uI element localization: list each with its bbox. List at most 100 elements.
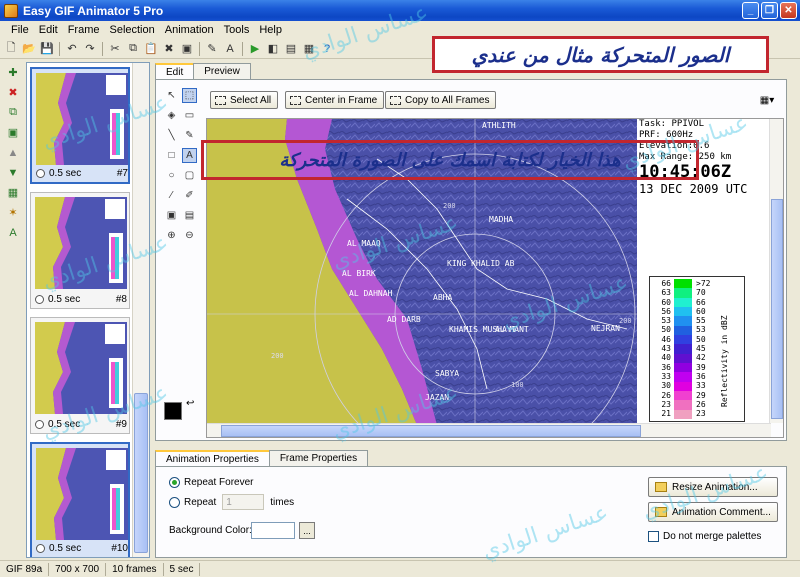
move-down-icon[interactable]: ▼ (4, 164, 22, 181)
canvas-options-icon[interactable]: ▦▾ (756, 92, 778, 108)
place-label: AL MANT (495, 325, 529, 334)
repeat-forever-radio[interactable] (169, 477, 180, 488)
canvas-vscroll-thumb[interactable] (771, 199, 783, 419)
frame-item[interactable]: 0.5 sec #8 (30, 192, 130, 309)
preview-icon[interactable]: ◧ (265, 41, 281, 57)
scale-left-value: 53 (661, 316, 671, 326)
play-icon[interactable]: ▶ (247, 41, 263, 57)
place-label: MADHA (489, 215, 514, 224)
new-icon[interactable]: 🗋 (3, 41, 19, 57)
menu-frame[interactable]: Frame (63, 24, 105, 36)
text-tool-icon[interactable]: A (182, 148, 197, 163)
close-button[interactable]: ✕ (780, 2, 797, 19)
toolbar-separator (199, 41, 200, 56)
merge-palettes-checkbox[interactable] (648, 531, 659, 542)
canvas-vertical-scrollbar[interactable] (769, 119, 783, 423)
cut-icon[interactable]: ✂ (107, 41, 123, 57)
resize-animation-button[interactable]: Resize Animation... (648, 477, 778, 497)
move-up-icon[interactable]: ▲ (4, 144, 22, 161)
insert-frame-icon[interactable]: ▣ (4, 124, 22, 141)
scale-left-value: 66 (661, 279, 671, 288)
image-insert-icon[interactable]: ▣ (164, 208, 179, 223)
ellipse-icon[interactable]: ○ (164, 168, 179, 183)
delete-frame-icon[interactable]: ✖ (4, 84, 22, 101)
scale-color-step (674, 316, 692, 326)
duplicate-frame-icon[interactable]: ⧉ (4, 104, 22, 121)
paste-icon[interactable]: 📋 (143, 41, 159, 57)
image-icon[interactable]: ▦ (4, 184, 22, 201)
image-icon[interactable]: ▣ (179, 41, 195, 57)
zoom-out-icon[interactable]: ⊖ (182, 228, 197, 243)
scale-right-value: 29 (696, 390, 706, 400)
menu-selection[interactable]: Selection (104, 24, 159, 36)
reflectivity-scale: 66 63 60 56 53 50 46 43 40 36 33 30 26 23 21 >72 70 66 60… (649, 276, 745, 422)
frame-item[interactable]: 0.5 sec #10 (30, 442, 130, 557)
pencil-icon[interactable]: ✎ (182, 128, 197, 143)
frame-delay: 0.5 sec (48, 419, 81, 430)
rectangle-icon[interactable]: □ (164, 148, 179, 163)
line-icon[interactable]: ╲ (164, 128, 179, 143)
undo-icon[interactable]: ↶ (64, 41, 80, 57)
menu-edit[interactable]: Edit (34, 24, 63, 36)
edit-panel: ↖ ⬚ ◈ ▭ ╲ ✎ □ A ○ ▢ ⁄ ✐ ▣ ▤ ⊕ ⊖ ↩ Select… (155, 79, 787, 441)
tab-edit[interactable]: Edit (155, 63, 195, 79)
zoom-in-icon[interactable]: ⊕ (164, 228, 179, 243)
minimize-button[interactable]: _ (742, 2, 759, 19)
menu-tools[interactable]: Tools (219, 24, 255, 36)
background-color-picker-button[interactable]: ... (299, 522, 315, 539)
open-icon[interactable]: 📂 (21, 41, 37, 57)
frames-panel: 0.5 sec #7 0.5 sec #8 0.5 sec #9 0.5 sec… (26, 62, 150, 558)
center-in-frame-button[interactable]: Center in Frame (285, 91, 385, 109)
copy-icon[interactable]: ⧉ (125, 41, 141, 57)
canvas-horizontal-scrollbar[interactable] (207, 423, 771, 437)
frame-number: #10 (111, 543, 128, 554)
scale-left-value: 36 (661, 362, 671, 372)
canvas-hscroll-thumb[interactable] (221, 425, 641, 437)
tab-animation-properties[interactable]: Animation Properties (155, 450, 270, 466)
swap-colors-icon[interactable]: ↩ (186, 398, 194, 409)
fill-icon[interactable]: ◈ (164, 108, 179, 123)
rounded-rect-icon[interactable]: ▢ (182, 168, 197, 183)
effect-icon[interactable]: ✶ (4, 204, 22, 221)
wand-icon[interactable]: ✎ (204, 41, 220, 57)
add-frame-icon[interactable]: ✚ (4, 64, 22, 81)
foreground-color[interactable] (164, 402, 182, 420)
menu-help[interactable]: Help (254, 24, 287, 36)
eraser-icon[interactable]: ▭ (182, 108, 197, 123)
redo-icon[interactable]: ↷ (82, 41, 98, 57)
scale-right-value: 33 (696, 381, 706, 391)
animation-comment-button[interactable]: Animation Comment... (648, 502, 778, 522)
stamp-icon[interactable]: ▤ (182, 208, 197, 223)
frame-item[interactable]: 0.5 sec #7 (30, 67, 130, 184)
help-icon[interactable]: ? (319, 41, 335, 57)
repeat-option[interactable]: Repeat 1 times (169, 494, 294, 510)
tab-frame-properties[interactable]: Frame Properties (268, 450, 369, 466)
frame-item[interactable]: 0.5 sec #9 (30, 317, 130, 434)
export-icon[interactable]: ▦ (301, 41, 317, 57)
browser-preview-icon[interactable]: ▤ (283, 41, 299, 57)
menu-animation[interactable]: Animation (160, 24, 219, 36)
tab-preview[interactable]: Preview (193, 63, 251, 79)
maximize-button[interactable]: ❐ (761, 2, 778, 19)
repeat-radio[interactable] (169, 496, 180, 508)
select-rect-icon[interactable]: ⬚ (182, 88, 197, 103)
copy-to-all-frames-button[interactable]: Copy to All Frames (385, 91, 497, 109)
eyedropper-icon[interactable]: ⁄ (164, 188, 179, 203)
repeat-count-stepper[interactable]: 1 (222, 494, 265, 510)
toolbar-separator (59, 41, 60, 56)
save-icon[interactable]: 💾 (39, 41, 55, 57)
frames-scroll-thumb[interactable] (134, 393, 148, 553)
delete-icon[interactable]: ✖ (161, 41, 177, 57)
clock-icon (36, 169, 45, 178)
repeat-forever-option[interactable]: Repeat Forever (169, 477, 253, 488)
merge-palettes-option[interactable]: Do not merge palettes (648, 531, 761, 542)
frames-scrollbar[interactable] (132, 63, 149, 557)
text-icon[interactable]: A (4, 224, 22, 241)
text-icon[interactable]: A (222, 41, 238, 57)
pointer-icon[interactable]: ↖ (164, 88, 179, 103)
select-all-button[interactable]: Select All (210, 91, 279, 109)
menu-file[interactable]: File (6, 24, 34, 36)
background-color-field[interactable] (251, 522, 295, 539)
caption-banner: هذا الخيار لكتابة اسمك على الصورة المتحر… (201, 140, 699, 180)
brush-icon[interactable]: ✐ (182, 188, 197, 203)
